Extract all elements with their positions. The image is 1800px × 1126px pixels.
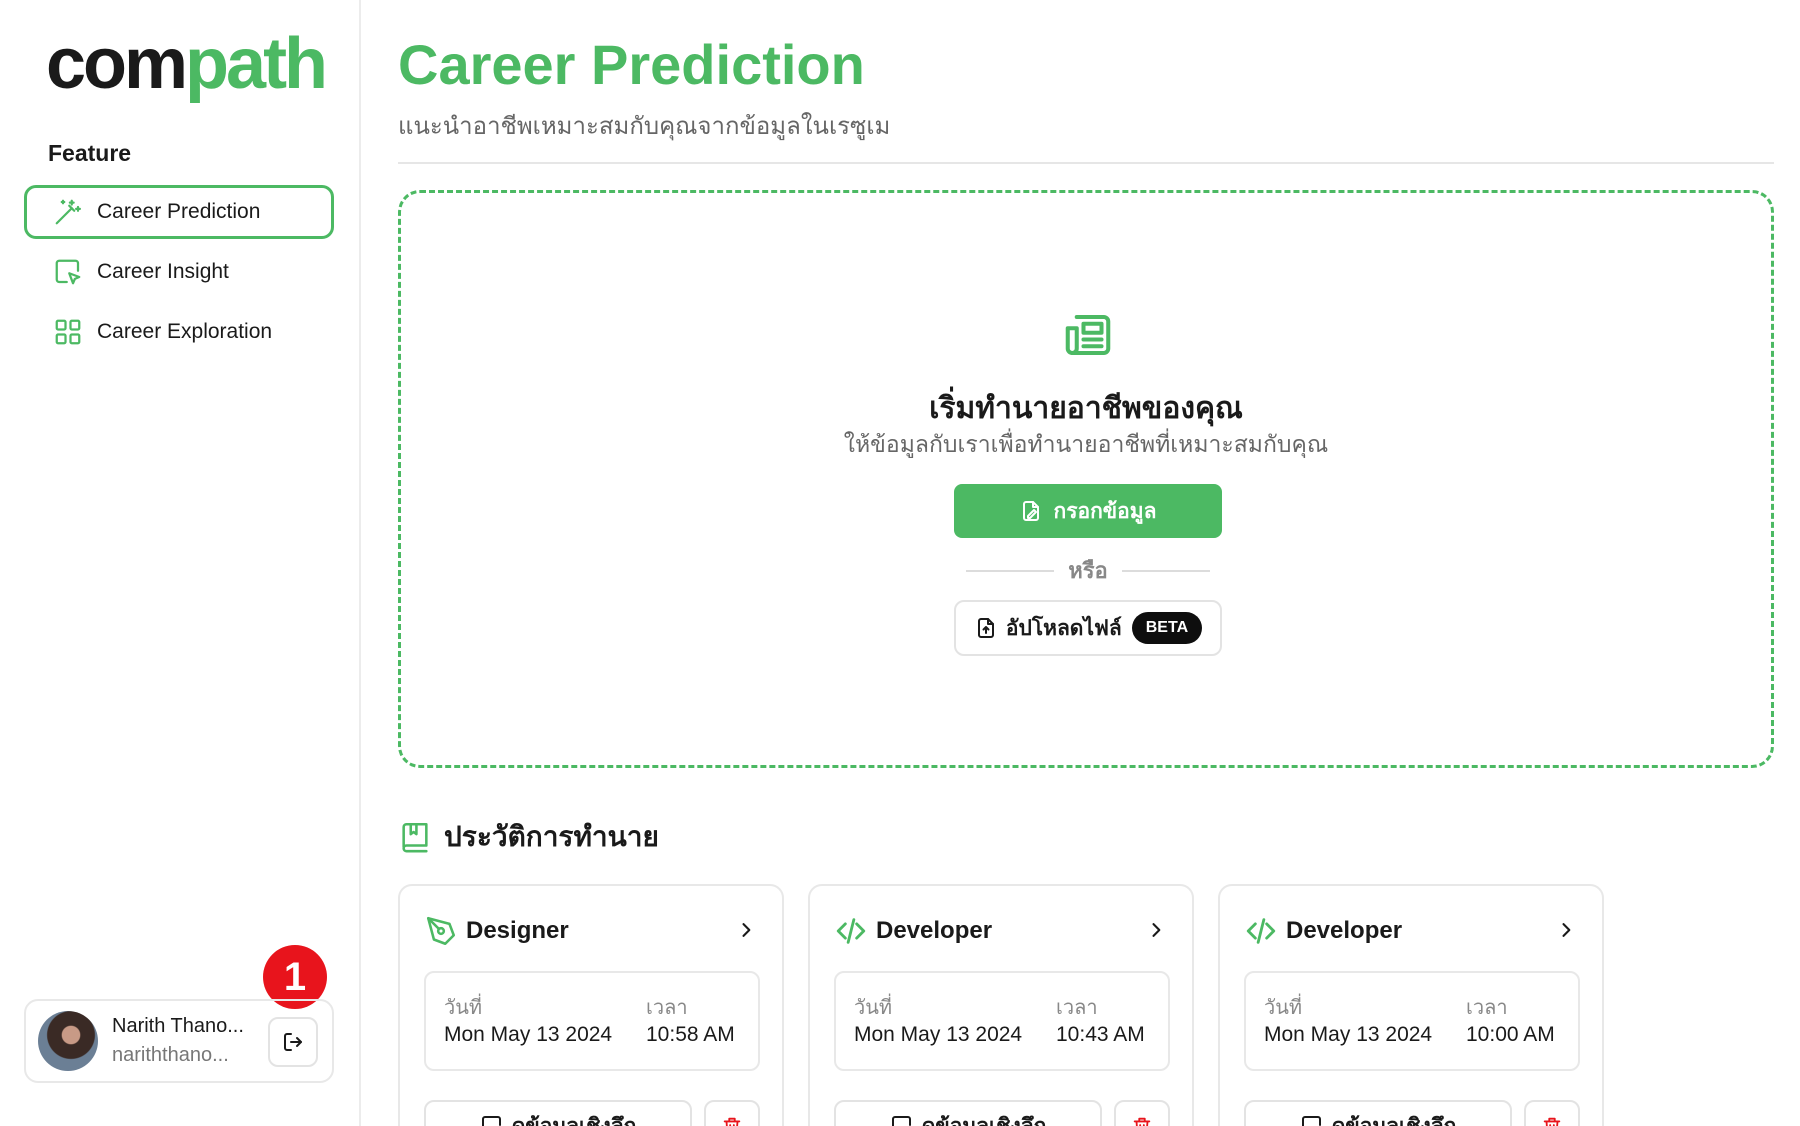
view-insight-button[interactable]: ดูข้อมูลเชิงลึก (424, 1100, 692, 1126)
sidebar-item-career-exploration[interactable]: Career Exploration (24, 305, 334, 359)
cursor-click-icon (481, 1116, 501, 1126)
file-edit-icon (1023, 501, 1040, 521)
user-email: nariththano... (112, 1044, 229, 1066)
start-prediction-title: เริ่มทำนายอาชีพของคุณ (929, 392, 1243, 425)
cursor-click-icon (891, 1116, 911, 1126)
page-subtitle: แนะนำอาชีพเหมาะสมกับคุณจากข้อมูลในเรซูเม (398, 113, 891, 140)
delete-button[interactable] (1524, 1100, 1580, 1126)
history-card[interactable]: Developer วันที่ เวลา Mon May 13 2024 10… (1218, 884, 1604, 1126)
history-card[interactable]: Designer วันที่ เวลา Mon May 13 2024 10:… (398, 884, 784, 1126)
card-role: Developer (1286, 917, 1403, 944)
date-label: วันที่ (854, 997, 893, 1019)
date-label: วันที่ (1264, 997, 1303, 1019)
time-label: เวลา (646, 997, 688, 1019)
sidebar-item-label: Career Insight (97, 260, 229, 283)
view-insight-button[interactable]: ดูข้อมูลเชิงลึก (1244, 1100, 1512, 1126)
avatar[interactable] (38, 1011, 98, 1071)
beta-badge: BETA (1131, 612, 1203, 644)
logout-button[interactable] (268, 1017, 318, 1067)
magic-wand-icon (55, 199, 81, 225)
card-date: Mon May 13 2024 (854, 1023, 1023, 1046)
logout-icon (284, 1033, 302, 1051)
or-separator: หรือ (966, 553, 1210, 588)
sidebar-item-label: Career Prediction (97, 200, 261, 223)
card-datetime-box: วันที่ เวลา Mon May 13 2024 10:58 AM (424, 971, 760, 1071)
sidebar-item-career-insight[interactable]: Career Insight (24, 245, 334, 299)
card-time: 10:58 AM (646, 1023, 735, 1046)
chevron-right-icon[interactable] (1146, 920, 1166, 940)
compath-logo[interactable]: compath (46, 28, 328, 100)
newspaper-icon (1065, 314, 1111, 356)
delete-button[interactable] (704, 1100, 760, 1126)
date-label: วันที่ (444, 997, 483, 1019)
or-line-right (1121, 569, 1210, 572)
chevron-right-icon[interactable] (1556, 920, 1576, 940)
card-time: 10:43 AM (1056, 1023, 1145, 1046)
trash-icon (1133, 1117, 1151, 1126)
code-icon (836, 918, 866, 944)
sidebar-nav: Career Prediction Career Insight Career … (24, 185, 334, 365)
app-root: compath Feature Career Prediction Career… (0, 0, 1800, 1126)
card-date: Mon May 13 2024 (1264, 1023, 1433, 1046)
code-icon (1246, 918, 1276, 944)
start-prediction-description: ให้ข้อมูลกับเราเพื่อทำนายอาชีพที่เหมาะสม… (843, 431, 1329, 457)
view-insight-label: ดูข้อมูลเชิงลึก (1331, 1114, 1457, 1126)
card-role: Designer (466, 917, 569, 944)
trash-icon (723, 1117, 741, 1126)
cursor-click-icon (55, 259, 81, 285)
view-insight-label: ดูข้อมูลเชิงลึก (921, 1114, 1047, 1126)
bookmark-book-icon (402, 822, 428, 853)
fill-info-label: กรอกข้อมูล (1053, 499, 1157, 523)
card-header: Developer (834, 914, 992, 948)
file-upload-icon (977, 618, 994, 638)
trash-icon (1543, 1117, 1561, 1126)
cursor-click-icon (1301, 1116, 1321, 1126)
logo-text-com: com (46, 24, 188, 104)
time-label: เวลา (1466, 997, 1508, 1019)
time-label: เวลา (1056, 997, 1098, 1019)
view-insight-button[interactable]: ดูข้อมูลเชิงลึก (834, 1100, 1102, 1126)
grid-icon (55, 319, 81, 345)
history-card[interactable]: Developer วันที่ เวลา Mon May 13 2024 10… (808, 884, 1194, 1126)
card-datetime-box: วันที่ เวลา Mon May 13 2024 10:00 AM (1244, 971, 1580, 1071)
card-date: Mon May 13 2024 (444, 1023, 613, 1046)
upload-file-button[interactable]: อัปโหลดไฟล์ BETA (954, 600, 1222, 656)
or-line-left (966, 569, 1055, 572)
card-datetime-box: วันที่ เวลา Mon May 13 2024 10:43 AM (834, 971, 1170, 1071)
user-card: Narith Thano... nariththano... (24, 999, 334, 1083)
sidebar-item-label: Career Exploration (97, 320, 273, 343)
chevron-right-icon[interactable] (736, 920, 756, 940)
sidebar-item-career-prediction[interactable]: Career Prediction (24, 185, 334, 239)
view-insight-label: ดูข้อมูลเชิงลึก (511, 1114, 637, 1126)
user-name: Narith Thano... (112, 1015, 244, 1037)
history-card-list: Designer วันที่ เวลา Mon May 13 2024 10:… (398, 884, 1628, 1126)
card-time: 10:00 AM (1466, 1023, 1555, 1046)
feature-section-title: Feature (48, 140, 132, 166)
card-header: Developer (1244, 914, 1402, 948)
page-title: Career Prediction (398, 33, 865, 96)
pen-tool-icon (426, 916, 456, 946)
or-text: หรือ (1068, 558, 1108, 583)
delete-button[interactable] (1114, 1100, 1170, 1126)
upload-file-label: อัปโหลดไฟล์ (1005, 616, 1122, 640)
history-header: ประวัติการทำนาย (398, 815, 659, 859)
fill-info-button[interactable]: กรอกข้อมูล (954, 484, 1222, 538)
sidebar: compath Feature Career Prediction Career… (0, 0, 361, 1126)
logo-text-path: path (185, 24, 328, 104)
card-header: Designer (424, 914, 569, 948)
header-divider (398, 162, 1774, 164)
prediction-start-panel: เริ่มทำนายอาชีพของคุณ ให้ข้อมูลกับเราเพื… (398, 190, 1774, 768)
card-role: Developer (876, 917, 993, 944)
user-info: Narith Thano... nariththano... (112, 1015, 262, 1067)
history-title: ประวัติการทำนาย (444, 821, 659, 852)
